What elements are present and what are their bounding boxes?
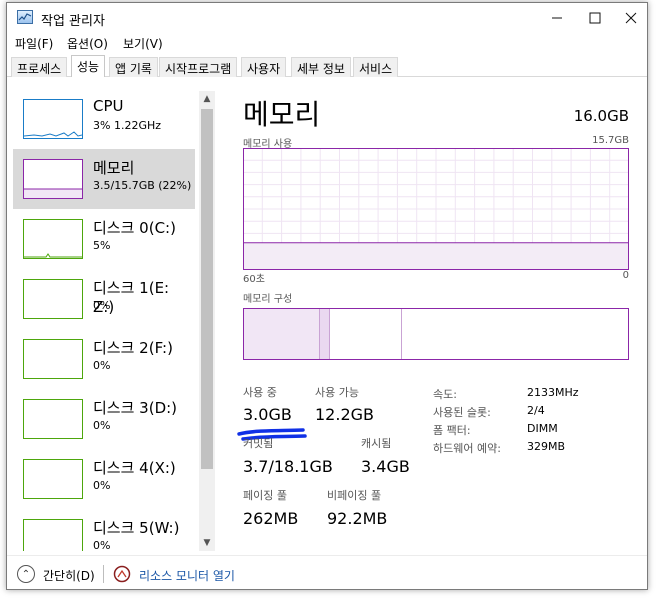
footer-divider bbox=[103, 565, 104, 583]
sidebar-item-label: 메모리 bbox=[93, 159, 135, 177]
disk-thumbnail-graph bbox=[23, 519, 83, 551]
cached-label: 캐시됨 bbox=[361, 437, 392, 450]
form-factor-value: DIMM bbox=[527, 422, 558, 435]
title-bar[interactable]: 작업 관리자 bbox=[7, 3, 647, 33]
nonpaged-pool-value: 92.2MB bbox=[327, 509, 388, 528]
sidebar-item-disk-2[interactable]: 디스크 2(F:) 0% bbox=[13, 329, 195, 389]
available-label: 사용 가능 bbox=[315, 386, 359, 399]
tab-services[interactable]: 서비스 bbox=[353, 57, 399, 77]
committed-label: 커밋됨 bbox=[243, 437, 274, 450]
open-resource-monitor-link[interactable]: 리소스 모니터 열기 bbox=[139, 567, 235, 584]
maximize-button[interactable] bbox=[577, 3, 613, 33]
composition-modified bbox=[320, 309, 330, 359]
hardware-reserved-value: 329MB bbox=[527, 440, 566, 453]
nonpaged-pool-label: 비페이징 풀 bbox=[327, 489, 382, 502]
tab-processes[interactable]: 프로세스 bbox=[11, 57, 68, 77]
hardware-reserved-label: 하드웨어 예약: bbox=[433, 442, 501, 455]
sidebar-scrollbar[interactable]: ▲ ▼ bbox=[199, 91, 215, 551]
sidebar-item-value: 0% bbox=[93, 299, 111, 312]
close-button[interactable] bbox=[613, 3, 647, 33]
background-document-bottom bbox=[0, 590, 658, 604]
tab-performance[interactable]: 성능 bbox=[71, 55, 106, 78]
speed-label: 속도: bbox=[433, 388, 457, 401]
memory-total: 16.0GB bbox=[573, 107, 629, 125]
maximize-icon bbox=[589, 12, 601, 24]
sidebar-item-value: 3.5/15.7GB (22%) bbox=[93, 179, 192, 192]
disk-thumbnail-graph bbox=[23, 339, 83, 379]
sidebar-item-value: 3% 1.22GHz bbox=[93, 119, 162, 132]
performance-panel: CPU 3% 1.22GHz 메모리 3.5/15.7GB (22%) 디스크 … bbox=[7, 77, 647, 555]
sidebar-item-disk-3[interactable]: 디스크 3(D:) 0% bbox=[13, 389, 195, 449]
composition-standby bbox=[330, 309, 402, 359]
page-title: 메모리 bbox=[243, 98, 321, 131]
menu-bar: 파일(F) 옵션(O) 보기(V) bbox=[7, 33, 647, 53]
sidebar-item-value: 0% bbox=[93, 479, 111, 492]
tab-details[interactable]: 세부 정보 bbox=[291, 57, 351, 77]
usage-area bbox=[243, 242, 629, 270]
task-manager-window: 작업 관리자 파일(F) 옵션(O) 보기(V) 프로세스 성능 앱 기록 시작… bbox=[6, 2, 648, 590]
tab-startup[interactable]: 시작프로그램 bbox=[159, 57, 238, 77]
in-use-value: 3.0GB bbox=[243, 405, 292, 424]
sidebar-item-disk-1[interactable]: 디스크 1(E: Z:) 0% bbox=[13, 269, 195, 329]
window-title: 작업 관리자 bbox=[41, 14, 105, 29]
disk-thumbnail-graph bbox=[23, 399, 83, 439]
available-value: 12.2GB bbox=[315, 405, 374, 424]
resource-monitor-icon[interactable] bbox=[113, 565, 131, 583]
sidebar-item-memory[interactable]: 메모리 3.5/15.7GB (22%) bbox=[13, 149, 195, 209]
sidebar-item-label: 디스크 0(C:) bbox=[93, 219, 176, 237]
form-factor-label: 폼 팩터: bbox=[433, 424, 471, 437]
sidebar-item-value: 5% bbox=[93, 239, 111, 252]
close-icon bbox=[625, 12, 637, 24]
cached-value: 3.4GB bbox=[361, 457, 410, 476]
memory-thumbnail-graph bbox=[23, 159, 83, 199]
memory-composition-bar bbox=[243, 308, 629, 360]
sidebar-item-label: 디스크 2(F:) bbox=[93, 339, 173, 357]
sidebar-item-disk-4[interactable]: 디스크 4(X:) 0% bbox=[13, 449, 195, 509]
task-manager-icon bbox=[17, 10, 33, 24]
memory-usage-chart bbox=[243, 148, 629, 270]
sidebar-item-label: 디스크 4(X:) bbox=[93, 459, 176, 477]
sidebar-item-label: 디스크 3(D:) bbox=[93, 399, 178, 417]
disk-thumbnail-graph bbox=[23, 459, 83, 499]
slots-used-label: 사용된 슬롯: bbox=[433, 406, 491, 419]
cpu-thumbnail-graph bbox=[23, 99, 83, 139]
sidebar-item-label: CPU bbox=[93, 97, 124, 115]
memory-composition-label: 메모리 구성 bbox=[243, 294, 293, 305]
memory-usage-max: 15.7GB bbox=[592, 135, 629, 146]
footer-bar: ⌃ 간단히(D) 리소스 모니터 열기 bbox=[7, 555, 647, 589]
tab-bar: 프로세스 성능 앱 기록 시작프로그램 사용자 세부 정보 서비스 bbox=[7, 55, 647, 78]
scroll-down-icon[interactable]: ▼ bbox=[199, 535, 215, 551]
sidebar-item-disk-0[interactable]: 디스크 0(C:) 5% bbox=[13, 209, 195, 269]
sidebar-item-value: 0% bbox=[93, 419, 111, 432]
sidebar-item-disk-5[interactable]: 디스크 5(W:) 0% bbox=[13, 509, 195, 551]
disk-thumbnail-graph bbox=[23, 219, 83, 259]
tab-app-history[interactable]: 앱 기록 bbox=[109, 57, 158, 77]
in-use-label: 사용 중 bbox=[243, 386, 277, 399]
composition-in-use bbox=[244, 309, 320, 359]
sidebar-item-label: 디스크 5(W:) bbox=[93, 519, 180, 537]
committed-value: 3.7/18.1GB bbox=[243, 457, 333, 476]
chevron-up-icon[interactable]: ⌃ bbox=[17, 565, 35, 583]
sidebar-item-value: 0% bbox=[93, 359, 111, 372]
fewer-details-link[interactable]: 간단히(D) bbox=[43, 567, 95, 584]
speed-value: 2133MHz bbox=[527, 386, 579, 399]
menu-view[interactable]: 보기(V) bbox=[123, 35, 163, 52]
paged-pool-label: 페이징 풀 bbox=[243, 489, 287, 502]
disk-thumbnail-graph bbox=[23, 279, 83, 319]
sidebar-item-cpu[interactable]: CPU 3% 1.22GHz bbox=[13, 89, 195, 149]
tab-users[interactable]: 사용자 bbox=[241, 57, 287, 77]
menu-file[interactable]: 파일(F) bbox=[15, 35, 53, 52]
x-axis-end-label: 0 bbox=[622, 270, 629, 281]
memory-detail-panel: 메모리 16.0GB 메모리 사용 15.7GB 60초 0 메모리 구성 사용… bbox=[237, 77, 637, 555]
minimize-icon bbox=[552, 17, 562, 19]
paged-pool-value: 262MB bbox=[243, 509, 299, 528]
menu-options[interactable]: 옵션(O) bbox=[67, 35, 108, 52]
sidebar-item-value: 0% bbox=[93, 539, 111, 551]
minimize-button[interactable] bbox=[539, 3, 575, 33]
scroll-up-icon[interactable]: ▲ bbox=[199, 91, 215, 107]
resource-list: CPU 3% 1.22GHz 메모리 3.5/15.7GB (22%) 디스크 … bbox=[13, 89, 195, 551]
scrollbar-thumb[interactable] bbox=[201, 109, 213, 469]
x-axis-start-label: 60초 bbox=[243, 274, 265, 285]
slots-used-value: 2/4 bbox=[527, 404, 545, 417]
